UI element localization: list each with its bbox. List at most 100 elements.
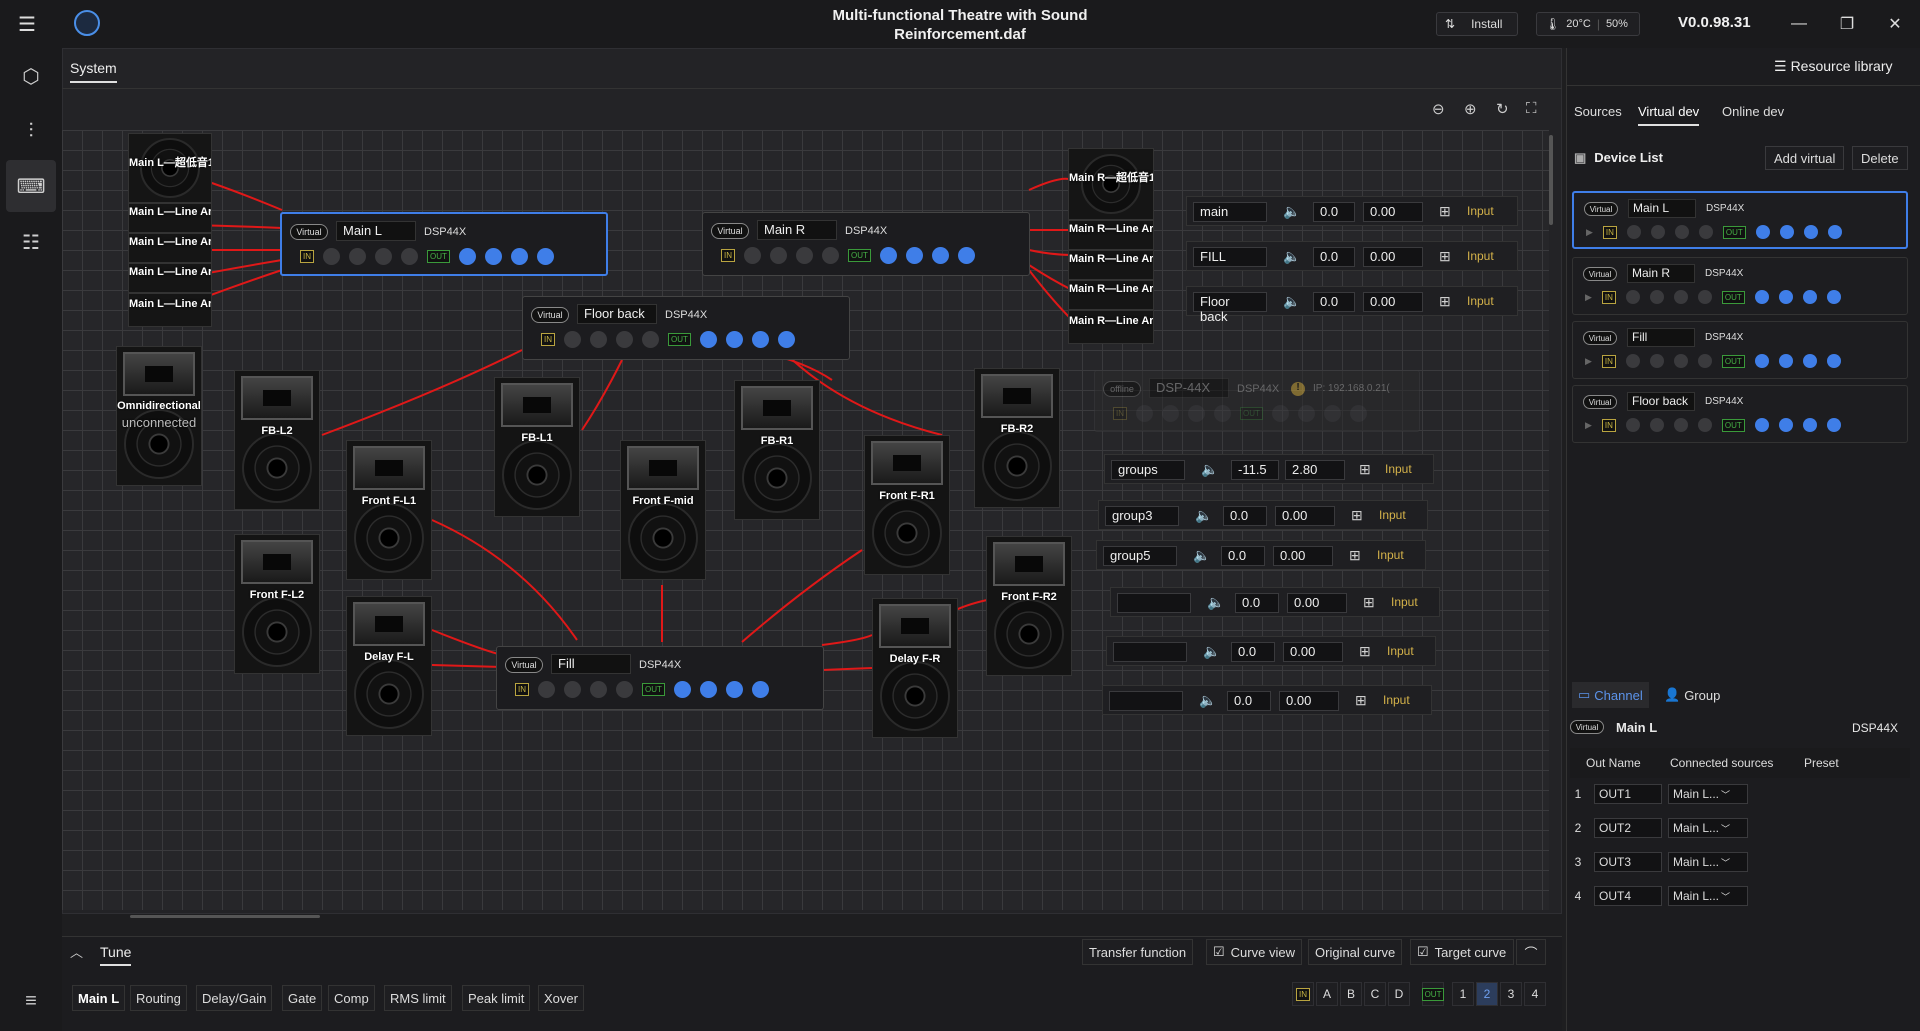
input-port[interactable] [1649,290,1664,304]
delay-field[interactable]: 0.00 [1275,506,1335,526]
input-channel-a[interactable]: A [1316,982,1338,1006]
zoom-in-icon[interactable]: ⊕ [1464,100,1477,118]
tab-system[interactable]: System [70,60,117,83]
gain-field[interactable]: 0.0 [1235,593,1279,613]
delay-field[interactable]: 2.80 [1285,460,1345,480]
speaker-fb-r1[interactable]: FB-R1 [734,380,820,520]
group-name-field[interactable]: FILL [1193,247,1267,267]
speaker-front-f-mid[interactable]: Front F-mid [620,440,706,580]
dsp-node-fill[interactable]: Virtual Fill DSP44X IN OUT [496,646,824,710]
speaker-fb-r2[interactable]: FB-R2 [974,368,1060,508]
output-port[interactable] [1802,354,1817,368]
dsp-node-offline[interactable]: offline DSP-44X DSP44X ! IP: 192.168.0.2… [1094,370,1420,432]
output-channel-1[interactable]: 1 [1452,982,1474,1006]
output-port[interactable] [1802,290,1817,304]
routing-icon[interactable]: ⊞ [1439,293,1451,310]
input-port[interactable] [796,247,813,264]
input-link[interactable]: Input [1377,548,1404,562]
output-port[interactable] [699,681,717,698]
gain-field[interactable]: 0.0 [1313,292,1355,312]
output-row[interactable]: 1 OUT1 Main L... ﹀ [1568,779,1908,809]
input-link[interactable]: Input [1383,693,1410,707]
group-name-field[interactable]: groups [1111,460,1185,480]
gain-field[interactable]: -11.5 [1231,460,1279,480]
target-curve-button[interactable]: ☑ Target curve [1410,939,1514,965]
input-port[interactable] [616,681,633,698]
delay-field[interactable]: 0.00 [1363,247,1423,267]
input-port[interactable] [1649,418,1664,432]
input-port[interactable] [1136,405,1153,422]
device-hub-icon[interactable]: ⬡ [6,50,56,102]
dsp-node-main-l[interactable]: Virtual Main L DSP44X IN OUT [280,212,608,276]
speaker-front-f-r1[interactable]: Front F-R1 [864,435,950,575]
group-name-field[interactable]: Floor back [1193,292,1267,324]
output-name-field[interactable]: OUT4 [1594,886,1662,906]
input-port[interactable] [564,331,581,348]
output-port[interactable] [1778,354,1793,368]
output-port[interactable] [1754,418,1769,432]
output-port[interactable] [725,681,743,698]
output-channel-3[interactable]: 3 [1500,982,1522,1006]
output-port[interactable] [1323,405,1341,422]
zoom-out-icon[interactable]: ⊖ [1432,100,1445,118]
input-port[interactable] [1673,418,1688,432]
input-port[interactable] [375,248,392,265]
group-name-field[interactable] [1117,593,1191,613]
tune-tab-main-l[interactable]: Main L [72,985,126,1011]
input-port[interactable] [1697,290,1712,304]
input-link[interactable]: Input [1385,462,1412,476]
expand-icon[interactable]: ▶ [1585,356,1592,367]
routing-icon[interactable]: ⊞ [1349,547,1361,564]
fit-view-icon[interactable]: ⛶ [1526,100,1537,117]
speaker-fb-l1[interactable]: FB-L1 [494,377,580,517]
input-port[interactable] [1162,405,1179,422]
output-port[interactable] [1802,418,1817,432]
input-port[interactable] [1673,354,1688,368]
install-button[interactable]: ⇅ Install [1436,12,1518,36]
tab-virtual-dev[interactable]: Virtual dev [1638,104,1700,126]
device-card-floor-back[interactable]: Virtual Floor back DSP44X ▶ IN OUT [1572,385,1908,443]
output-port[interactable] [484,248,502,265]
speaker-main-l-line-2[interactable]: Main L—Line Ar [128,233,212,263]
volume-icon[interactable]: 🔈 [1199,692,1216,709]
minimize-icon[interactable]: — [1784,10,1814,38]
group-row-main[interactable]: main 🔈 0.0 0.00 ⊞ Input [1186,196,1518,226]
speaker-main-r-line-2[interactable]: Main R—Line Ar [1068,250,1154,280]
output-name-field[interactable]: OUT3 [1594,852,1662,872]
input-port[interactable] [1673,290,1688,304]
output-port[interactable] [751,331,769,348]
input-port[interactable] [1650,225,1665,239]
gain-field[interactable]: 0.0 [1313,247,1355,267]
group-row-group5[interactable]: group5 🔈 0.0 0.00 ⊞ Input [1096,540,1426,570]
delete-button[interactable]: Delete [1852,146,1908,170]
device-card-fill[interactable]: Virtual Fill DSP44X ▶ IN OUT [1572,321,1908,379]
vertical-scrollbar[interactable] [1549,135,1553,225]
expand-icon[interactable]: ▶ [1586,227,1593,238]
curve-settings-icon[interactable]: ⌒ [1516,939,1546,965]
speaker-front-f-r2[interactable]: Front F-R2 [986,536,1072,676]
tab-sources[interactable]: Sources [1574,104,1622,119]
output-port[interactable] [725,331,743,348]
device-card-main-l[interactable]: Virtual Main L DSP44X ▶ IN OUT [1572,191,1908,249]
source-dropdown[interactable]: Main L... ﹀ [1668,818,1748,838]
group-row-empty-1[interactable]: 🔈 0.0 0.00 ⊞ Input [1110,587,1440,617]
delay-field[interactable]: 0.00 [1283,642,1343,662]
tune-tab[interactable]: Tune [100,944,132,966]
input-channel-d[interactable]: D [1388,982,1410,1006]
output-port[interactable] [1779,225,1794,239]
input-port[interactable] [401,248,418,265]
output-port[interactable] [1755,225,1770,239]
original-curve-button[interactable]: Original curve [1308,939,1403,965]
input-port[interactable] [1188,405,1205,422]
speaker-main-r-line-3[interactable]: Main R—Line Ar [1068,280,1154,310]
restore-icon[interactable]: ❐ [1832,10,1862,38]
dsp-node-floor-back[interactable]: Virtual Floor back DSP44X IN OUT [522,296,850,360]
device-card-main-r[interactable]: Virtual Main R DSP44X ▶ IN OUT [1572,257,1908,315]
gain-field[interactable]: 0.0 [1223,506,1267,526]
output-port[interactable] [957,247,975,264]
group-row-empty-3[interactable]: 🔈 0.0 0.00 ⊞ Input [1102,685,1432,715]
group-name-field[interactable]: group5 [1103,546,1177,566]
system-view-icon[interactable]: ⌨ [6,160,56,212]
volume-icon[interactable]: 🔈 [1283,248,1300,265]
speaker-main-l-sub[interactable]: Main L—超低音1 [128,133,212,203]
